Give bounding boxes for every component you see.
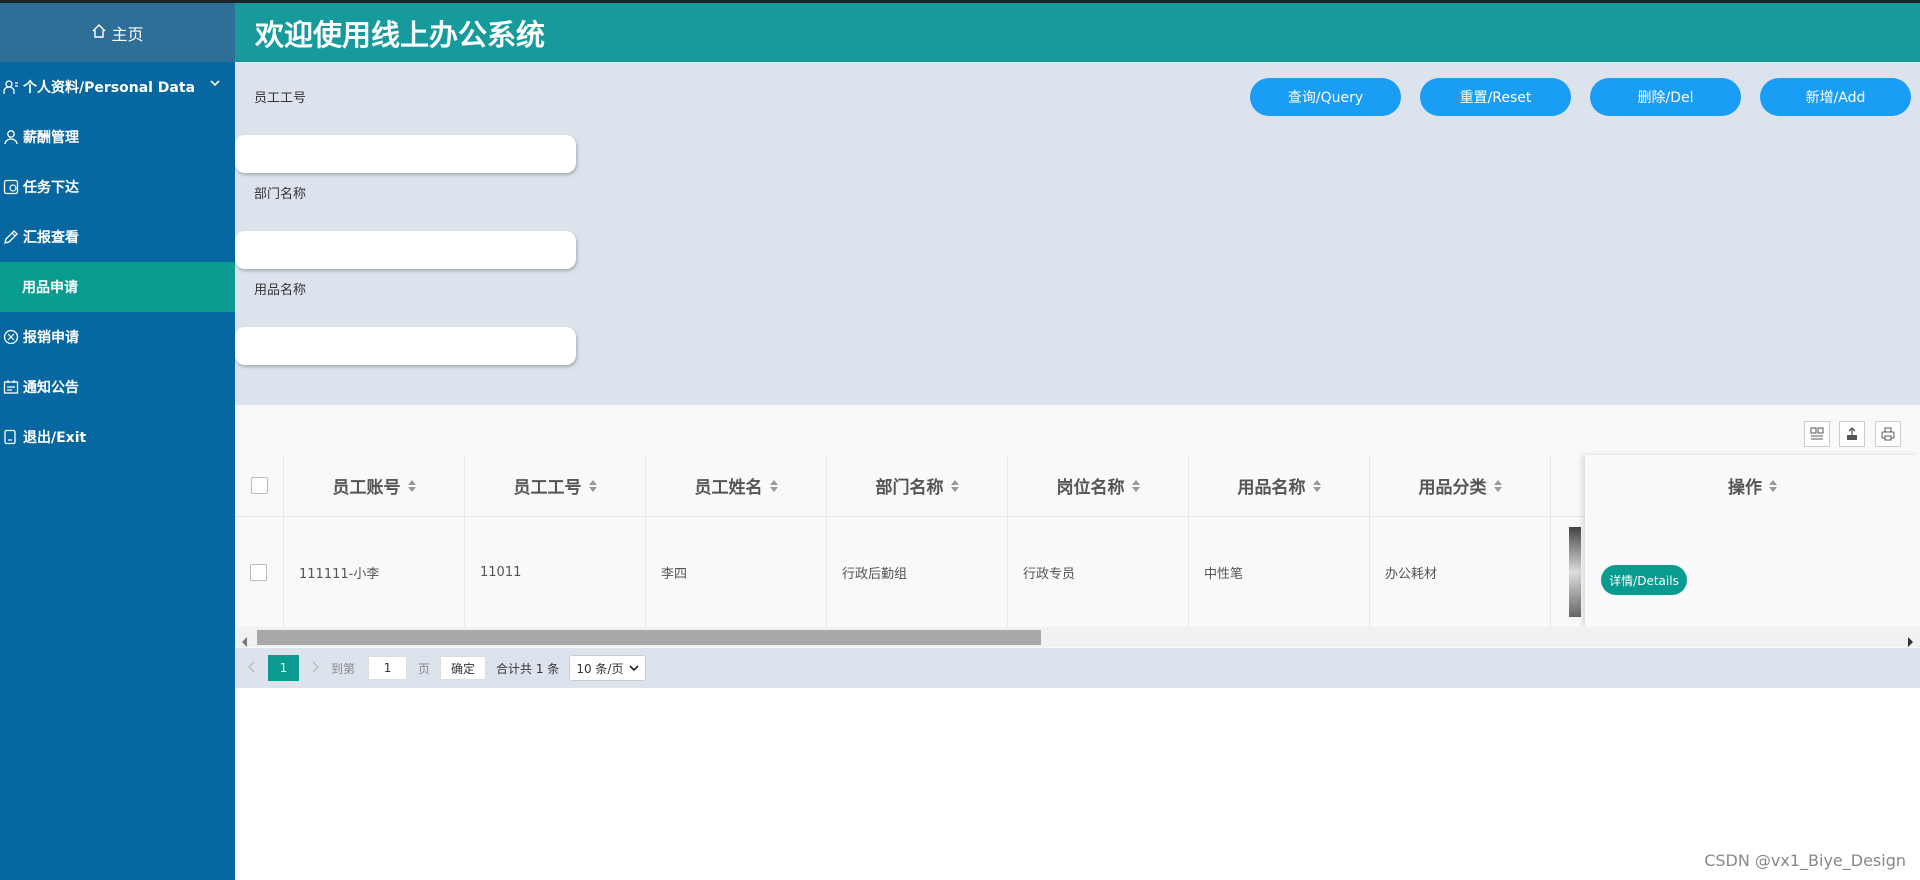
sidebar-item-exit[interactable]: 退出/Exit (0, 412, 235, 462)
export-icon[interactable] (1839, 421, 1865, 447)
next-page-icon[interactable] (311, 661, 319, 676)
horizontal-scrollbar[interactable] (235, 627, 1920, 647)
sidebar-item-salary[interactable]: 薪酬管理 (0, 112, 235, 162)
search-panel: 员工工号 部门名称 用品名称 查询/Query 重置/Reset 删除/Del … (235, 62, 1920, 405)
cell-employee-no: 11011 (465, 517, 646, 627)
person-icon (2, 128, 20, 146)
sidebar-item-label: 退出/Exit (23, 430, 87, 446)
sidebar: 主页 个人资料/Personal Data 薪酬管理 任务下达 汇报查看 用品申… (0, 3, 235, 880)
data-table: 员工账号 员工工号 员工姓名 部门名称 岗位名称 用品名称 用品分类 11111… (235, 405, 1920, 648)
employee-no-label: 员工工号 (254, 91, 307, 106)
top-header: 欢迎使用线上办公系统 (235, 3, 1920, 62)
sidebar-item-label: 用品申请 (22, 280, 78, 296)
sidebar-item-label: 通知公告 (23, 380, 79, 396)
cell-supply-name: 中性笔 (1189, 517, 1370, 627)
employee-no-input[interactable] (235, 135, 576, 173)
column-header-supply-name[interactable]: 用品名称 (1189, 455, 1370, 516)
print-icon[interactable] (1875, 421, 1901, 447)
confirm-page-button[interactable]: 确定 (440, 656, 487, 680)
page-number-input[interactable]: 1 (368, 656, 408, 680)
action-column: 操作 详情/Details (1585, 455, 1920, 627)
sort-icon[interactable] (1131, 479, 1140, 492)
product-thumbnail (1569, 527, 1581, 617)
sort-icon[interactable] (407, 479, 416, 492)
cell-account: 111111-小李 (284, 517, 465, 627)
department-label: 部门名称 (254, 187, 307, 202)
sort-icon[interactable] (769, 479, 778, 492)
reimburse-icon (2, 328, 20, 346)
page-size-select[interactable]: 10 条/页 (569, 655, 647, 681)
sort-icon[interactable] (1312, 479, 1321, 492)
sort-icon[interactable] (588, 479, 597, 492)
details-button[interactable]: 详情/Details (1601, 565, 1687, 595)
sort-icon[interactable] (1493, 479, 1502, 492)
sidebar-item-personal-data[interactable]: 个人资料/Personal Data (0, 62, 235, 112)
sidebar-item-label: 任务下达 (23, 180, 79, 196)
column-header-employee-no[interactable]: 员工工号 (465, 455, 646, 516)
query-button[interactable]: 查询/Query (1250, 78, 1401, 116)
column-header-department[interactable]: 部门名称 (827, 455, 1008, 516)
page-unit-label: 页 (418, 661, 431, 676)
watermark: CSDN @vx1_Biye_Design (1704, 851, 1906, 870)
select-all-cell (235, 455, 284, 516)
column-header-position[interactable]: 岗位名称 (1008, 455, 1189, 516)
exit-icon (2, 428, 20, 446)
cell-department: 行政后勤组 (827, 517, 1008, 627)
reset-button[interactable]: 重置/Reset (1420, 78, 1571, 116)
department-input[interactable] (235, 231, 576, 269)
sort-icon[interactable] (950, 479, 959, 492)
cell-employee-name: 李四 (646, 517, 827, 627)
sidebar-item-reimburse[interactable]: 报销申请 (0, 312, 235, 362)
cell-position: 行政专员 (1008, 517, 1189, 627)
task-icon (2, 178, 20, 196)
column-header-actions[interactable]: 操作 (1585, 455, 1920, 516)
column-header-employee-name[interactable]: 员工姓名 (646, 455, 827, 516)
sidebar-item-reports[interactable]: 汇报查看 (0, 212, 235, 262)
home-icon (91, 23, 107, 43)
goto-label: 到第 (331, 661, 356, 676)
sidebar-item-label: 报销申请 (23, 330, 79, 346)
sort-icon[interactable] (1769, 479, 1777, 492)
row-select-cell (235, 517, 284, 627)
scroll-thumb[interactable] (257, 630, 1041, 645)
sidebar-home-label: 主页 (111, 24, 144, 44)
delete-button[interactable]: 删除/Del (1590, 78, 1741, 116)
cell-supply-category: 办公耗材 (1370, 517, 1551, 627)
sidebar-home[interactable]: 主页 (0, 3, 235, 62)
total-count: 合计共 1 条 (496, 661, 560, 676)
sidebar-item-tasks[interactable]: 任务下达 (0, 162, 235, 212)
page-title: 欢迎使用线上办公系统 (255, 17, 546, 52)
edit-icon (2, 228, 20, 246)
column-header-account[interactable]: 员工账号 (284, 455, 465, 516)
sidebar-item-notices[interactable]: 通知公告 (0, 362, 235, 412)
user-card-icon (2, 78, 20, 96)
sidebar-item-label: 汇报查看 (23, 230, 79, 246)
notice-icon (2, 378, 20, 396)
supply-name-label: 用品名称 (254, 283, 307, 298)
columns-icon[interactable] (1804, 421, 1830, 447)
supply-name-input[interactable] (235, 327, 576, 365)
add-button[interactable]: 新增/Add (1760, 78, 1911, 116)
pagination: 1 到第 1 页 确定 合计共 1 条 10 条/页 (235, 648, 1920, 688)
row-checkbox[interactable] (250, 563, 267, 581)
prev-page-icon[interactable] (248, 661, 256, 676)
select-all-checkbox[interactable] (250, 477, 268, 494)
sidebar-item-label: 薪酬管理 (23, 130, 79, 146)
column-header-supply-category[interactable]: 用品分类 (1370, 455, 1551, 516)
page-1-button[interactable]: 1 (268, 655, 299, 681)
sidebar-item-label: 个人资料/Personal Data (23, 80, 196, 96)
chevron-down-icon (209, 77, 221, 93)
chevron-down-icon (629, 661, 640, 675)
sidebar-item-supplies[interactable]: 用品申请 (0, 262, 235, 312)
